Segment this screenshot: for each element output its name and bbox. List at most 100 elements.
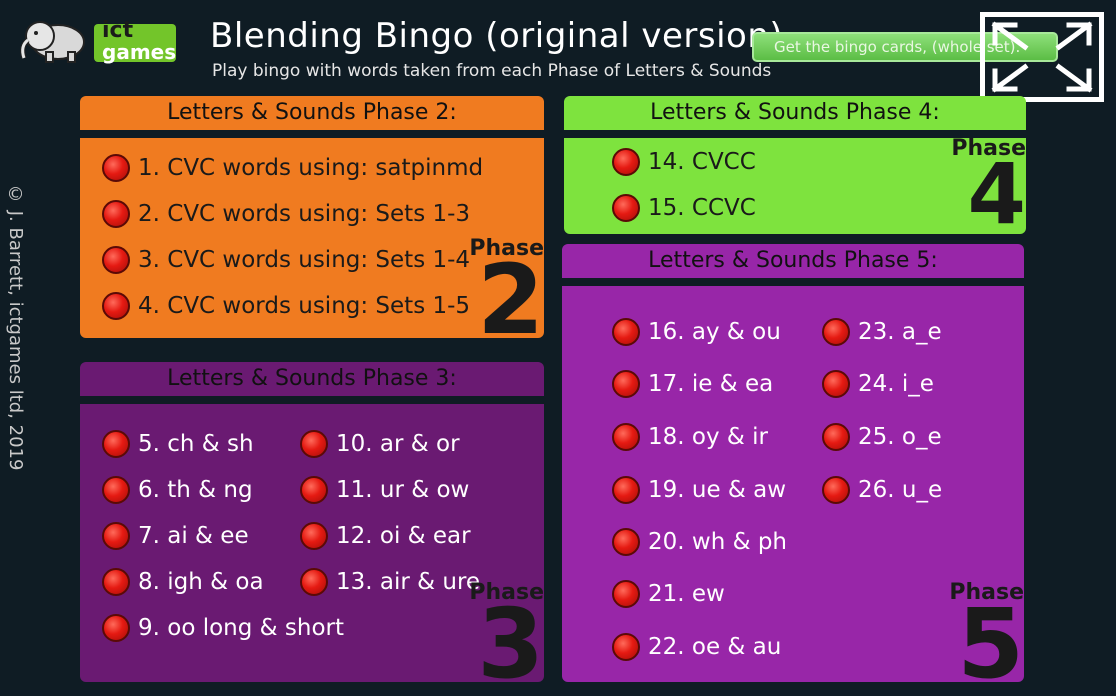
option-label: 14. CVCC bbox=[648, 149, 756, 175]
phase-badge-word: Phase bbox=[951, 138, 1026, 161]
option-label: 25. o_e bbox=[858, 424, 942, 450]
bingo-option-12[interactable]: 12. oi & ear bbox=[300, 522, 471, 550]
option-label: 6. th & ng bbox=[138, 477, 253, 503]
red-button-icon bbox=[102, 154, 130, 182]
bingo-option-8[interactable]: 8. igh & oa bbox=[102, 568, 264, 596]
option-label: 3. CVC words using: Sets 1-4 bbox=[138, 247, 471, 273]
option-label: 20. wh & ph bbox=[648, 529, 788, 555]
option-label: 17. ie & ea bbox=[648, 371, 774, 397]
red-button-icon bbox=[612, 194, 640, 222]
phase5-heading: Letters & Sounds Phase 5: bbox=[562, 244, 1024, 278]
phase5-badge: Phase 5 bbox=[949, 580, 1024, 683]
bingo-option-4[interactable]: 4. CVC words using: Sets 1-5 bbox=[102, 292, 470, 320]
phase-badge-number: 3 bbox=[477, 588, 544, 682]
phase2-panel: 1. CVC words using: satpinmd 2. CVC word… bbox=[80, 138, 544, 338]
bingo-option-21[interactable]: 21. ew bbox=[612, 580, 725, 608]
red-button-icon bbox=[300, 430, 328, 458]
elephant-icon bbox=[20, 21, 85, 63]
bingo-option-22[interactable]: 22. oe & au bbox=[612, 633, 781, 661]
red-button-icon bbox=[102, 430, 130, 458]
red-button-icon bbox=[102, 246, 130, 274]
red-button-icon bbox=[612, 370, 640, 398]
option-label: 4. CVC words using: Sets 1-5 bbox=[138, 293, 471, 319]
option-label: 23. a_e bbox=[858, 319, 942, 345]
red-button-icon bbox=[822, 423, 850, 451]
bingo-option-15[interactable]: 15. CCVC bbox=[612, 194, 756, 222]
phase-badge-number: 5 bbox=[957, 588, 1024, 682]
phase-badge-word: Phase bbox=[469, 236, 544, 261]
bingo-option-19[interactable]: 19. ue & aw bbox=[612, 476, 786, 504]
red-button-icon bbox=[612, 148, 640, 176]
red-button-icon bbox=[102, 522, 130, 550]
bingo-option-13[interactable]: 13. air & ure bbox=[300, 568, 480, 596]
option-label: 19. ue & aw bbox=[648, 477, 787, 503]
ictgames-logo[interactable]: ict games bbox=[16, 14, 178, 64]
option-label: 1. CVC words using: satpinmd bbox=[138, 155, 484, 181]
phase-badge-number: 2 bbox=[477, 244, 544, 338]
copyright-text: © J. Barrett, ictgames ltd, 2019 bbox=[5, 184, 26, 471]
phase4-badge: Phase 4 bbox=[951, 138, 1026, 234]
page-title: Blending Bingo (original version) bbox=[210, 16, 784, 56]
option-label: 12. oi & ear bbox=[336, 523, 471, 549]
red-button-icon bbox=[102, 292, 130, 320]
option-label: 2. CVC words using: Sets 1-3 bbox=[138, 201, 471, 227]
bingo-option-18[interactable]: 18. oy & ir bbox=[612, 423, 768, 451]
bingo-option-10[interactable]: 10. ar & or bbox=[300, 430, 460, 458]
bingo-option-16[interactable]: 16. ay & ou bbox=[612, 318, 781, 346]
red-button-icon bbox=[300, 568, 328, 596]
red-button-icon bbox=[300, 476, 328, 504]
logo-ict-text: ict bbox=[102, 18, 134, 43]
red-button-icon bbox=[102, 476, 130, 504]
bingo-option-6[interactable]: 6. th & ng bbox=[102, 476, 253, 504]
red-button-icon bbox=[300, 522, 328, 550]
red-button-icon bbox=[612, 318, 640, 346]
phase3-badge: Phase 3 bbox=[469, 580, 544, 683]
bingo-option-1[interactable]: 1. CVC words using: satpinmd bbox=[102, 154, 483, 182]
option-label: 8. igh & oa bbox=[138, 569, 264, 595]
phase-badge-word: Phase bbox=[949, 580, 1024, 605]
phase5-panel: 16. ay & ou 17. ie & ea 18. oy & ir 19. … bbox=[562, 286, 1024, 682]
option-label: 11. ur & ow bbox=[336, 477, 470, 503]
bingo-option-7[interactable]: 7. ai & ee bbox=[102, 522, 249, 550]
red-button-icon bbox=[612, 528, 640, 556]
option-label: 10. ar & or bbox=[336, 431, 460, 457]
option-label: 24. i_e bbox=[858, 371, 934, 397]
page-subtitle: Play bingo with words taken from each Ph… bbox=[212, 61, 772, 81]
red-button-icon bbox=[612, 633, 640, 661]
bingo-option-20[interactable]: 20. wh & ph bbox=[612, 528, 787, 556]
bingo-option-14[interactable]: 14. CVCC bbox=[612, 148, 756, 176]
red-button-icon bbox=[102, 568, 130, 596]
option-label: 26. u_e bbox=[858, 477, 943, 503]
phase-badge-word: Phase bbox=[469, 580, 544, 605]
bingo-option-5[interactable]: 5. ch & sh bbox=[102, 430, 254, 458]
option-label: 15. CCVC bbox=[648, 195, 756, 221]
bingo-option-9[interactable]: 9. oo long & short bbox=[102, 614, 344, 642]
phase3-heading: Letters & Sounds Phase 3: bbox=[80, 362, 544, 396]
red-button-icon bbox=[102, 614, 130, 642]
option-label: 5. ch & sh bbox=[138, 431, 254, 457]
red-button-icon bbox=[612, 423, 640, 451]
option-label: 18. oy & ir bbox=[648, 424, 768, 450]
red-button-icon bbox=[822, 476, 850, 504]
red-button-icon bbox=[822, 370, 850, 398]
phase2-heading: Letters & Sounds Phase 2: bbox=[80, 96, 544, 130]
bingo-option-26[interactable]: 26. u_e bbox=[822, 476, 942, 504]
option-label: 7. ai & ee bbox=[138, 523, 249, 549]
option-label: 9. oo long & short bbox=[138, 615, 345, 641]
bingo-option-3[interactable]: 3. CVC words using: Sets 1-4 bbox=[102, 246, 470, 274]
bingo-option-17[interactable]: 17. ie & ea bbox=[612, 370, 773, 398]
option-label: 16. ay & ou bbox=[648, 319, 781, 345]
option-label: 21. ew bbox=[648, 581, 725, 607]
red-button-icon bbox=[612, 580, 640, 608]
phase3-panel: 5. ch & sh 6. th & ng 7. ai & ee 8. igh … bbox=[80, 404, 544, 682]
fullscreen-button[interactable] bbox=[980, 12, 1104, 102]
bingo-option-23[interactable]: 23. a_e bbox=[822, 318, 942, 346]
bingo-option-25[interactable]: 25. o_e bbox=[822, 423, 942, 451]
bingo-option-2[interactable]: 2. CVC words using: Sets 1-3 bbox=[102, 200, 470, 228]
logo-games-text: games bbox=[102, 40, 177, 64]
phase4-panel: 14. CVCC 15. CCVC Phase 4 bbox=[564, 138, 1026, 234]
red-button-icon bbox=[822, 318, 850, 346]
bingo-option-24[interactable]: 24. i_e bbox=[822, 370, 934, 398]
red-button-icon bbox=[612, 476, 640, 504]
bingo-option-11[interactable]: 11. ur & ow bbox=[300, 476, 469, 504]
